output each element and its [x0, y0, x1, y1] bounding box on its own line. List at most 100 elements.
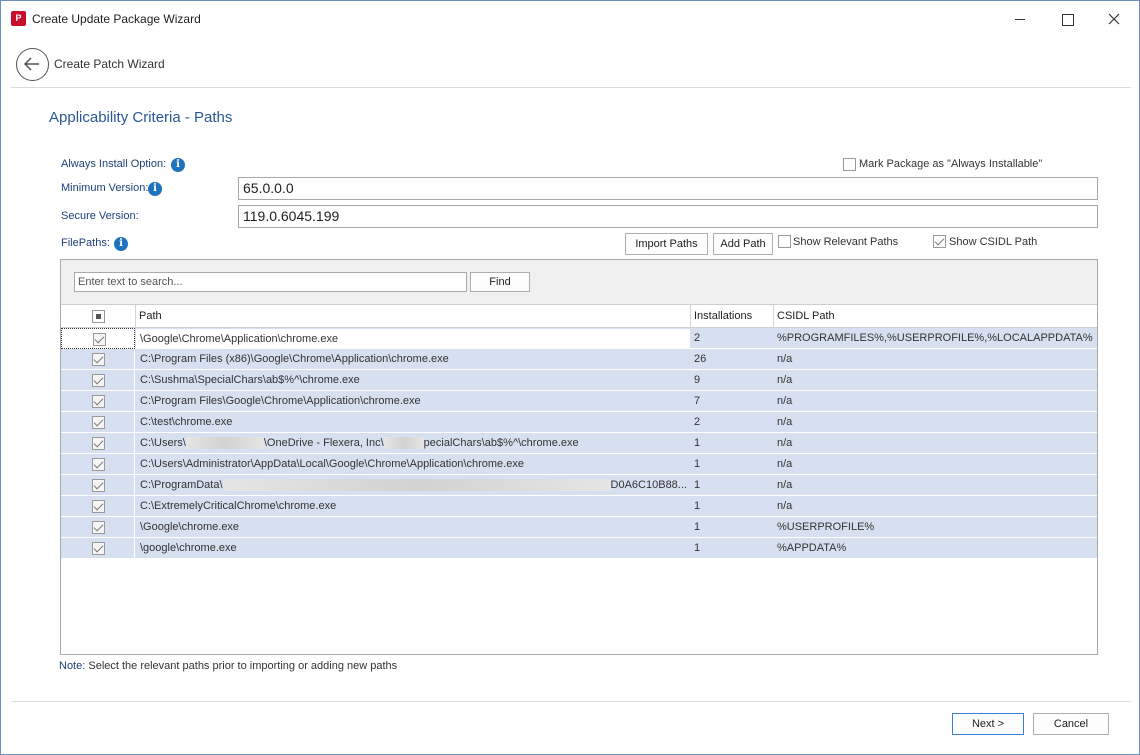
row-checkbox[interactable] [92, 479, 105, 492]
path-cell: C:\test\chrome.exe [140, 416, 233, 428]
redacted-segment [383, 437, 424, 450]
row-checkbox-cell [61, 496, 135, 517]
path-segment: D0A6C10B88... [610, 479, 687, 491]
installations-cell: 1 [694, 500, 701, 512]
installations-cell: 7 [694, 395, 701, 407]
csidl-cell: %USERPROFILE% [777, 521, 875, 533]
csidl-cell: %APPDATA% [777, 542, 847, 554]
grid-header: Path Installations CSIDL Path [61, 305, 1097, 328]
table-row[interactable]: \Google\Chrome\Application\chrome.exe 2 … [61, 328, 1097, 349]
filepaths-label: FilePaths: [61, 237, 110, 249]
row-checkbox-cell [61, 517, 135, 538]
table-row[interactable]: C:\ProgramData\ D0A6C10B88... 1 n/a [61, 475, 1097, 496]
path-cell: C:\Users\ \OneDrive - Flexera, Inc\ pecial… [136, 433, 690, 454]
filepaths-info-icon[interactable]: i [114, 237, 128, 251]
row-checkbox-cell [61, 391, 135, 412]
wizard-header: Create Patch Wizard [11, 41, 1131, 88]
column-header-path[interactable]: Path [135, 305, 690, 328]
minimum-version-input[interactable]: 65.0.0.0 [238, 177, 1098, 200]
maximize-button[interactable] [1044, 1, 1090, 37]
import-paths-button[interactable]: Import Paths [625, 233, 708, 255]
row-checkbox-cell [61, 370, 135, 391]
row-checkbox-cell [61, 454, 135, 475]
secure-version-input[interactable]: 119.0.6045.199 [238, 205, 1098, 228]
installations-cell: 1 [694, 521, 701, 533]
table-row[interactable]: C:\test\chrome.exe 2 n/a [61, 412, 1097, 433]
table-row[interactable]: C:\Users\Administrator\AppData\Local\Goo… [61, 454, 1097, 475]
installations-cell: 2 [694, 416, 701, 428]
row-checkbox[interactable] [92, 374, 105, 387]
note: Note: Select the relevant paths prior to… [59, 660, 397, 672]
csidl-cell: n/a [777, 437, 793, 449]
installations-cell: 26 [694, 353, 707, 365]
installations-cell: 1 [694, 542, 701, 554]
show-relevant-paths-label: Show Relevant Paths [793, 236, 899, 248]
page-title: Applicability Criteria - Paths [49, 109, 233, 126]
table-row[interactable]: \google\chrome.exe 1 %APPDATA% [61, 538, 1097, 559]
path-segment: C:\Users\ [140, 437, 186, 449]
row-checkbox[interactable] [92, 542, 105, 555]
close-button[interactable] [1091, 1, 1137, 37]
wizard-window: P Create Update Package Wizard Create Pa… [0, 0, 1140, 755]
search-panel: Enter text to search... Find [61, 260, 1097, 305]
minimize-button[interactable] [997, 1, 1043, 37]
column-header-csidl-path[interactable]: CSIDL Path [773, 305, 1097, 328]
row-checkbox[interactable] [92, 500, 105, 513]
minimum-version-info-icon[interactable]: i [148, 182, 162, 196]
header-title: Create Patch Wizard [54, 57, 165, 71]
close-icon [1108, 13, 1120, 25]
row-checkbox[interactable] [92, 521, 105, 534]
csidl-cell: n/a [777, 458, 793, 470]
row-checkbox[interactable] [92, 458, 105, 471]
always-install-info-icon[interactable]: i [171, 158, 185, 172]
arrow-left-icon [23, 57, 39, 71]
path-cell: \Google\Chrome\Application\chrome.exe [136, 328, 690, 349]
path-cell: \Google\chrome.exe [140, 521, 240, 533]
installations-cell: 2 [694, 332, 701, 344]
row-checkbox[interactable] [92, 437, 105, 450]
search-input[interactable]: Enter text to search... [74, 272, 467, 292]
column-header-installations[interactable]: Installations [690, 305, 773, 328]
csidl-cell: %PROGRAMFILES%,%USERPROFILE%,%LOCALAPPDA… [777, 332, 1093, 344]
row-checkbox[interactable] [92, 353, 105, 366]
row-checkbox[interactable] [92, 395, 105, 408]
table-row[interactable]: C:\Users\ \OneDrive - Flexera, Inc\ pecial… [61, 433, 1097, 454]
csidl-cell: n/a [777, 395, 793, 407]
row-checkbox[interactable] [93, 333, 106, 346]
path-segment: \OneDrive - Flexera, Inc\ [263, 437, 384, 449]
row-checkbox[interactable] [92, 416, 105, 429]
table-row[interactable]: C:\Program Files (x86)\Google\Chrome\App… [61, 349, 1097, 370]
path-cell: C:\Program Files\Google\Chrome\Applicati… [140, 395, 421, 407]
select-all-checkbox[interactable] [92, 310, 105, 323]
note-label: Note: [59, 660, 86, 672]
redacted-segment [185, 437, 264, 450]
show-csidl-path-label: Show CSIDL Path [949, 236, 1038, 248]
csidl-cell: n/a [777, 374, 793, 386]
path-segment: pecialChars\ab$%^\chrome.exe [423, 437, 579, 449]
installations-cell: 9 [694, 374, 701, 386]
app-icon: P [11, 11, 26, 26]
title-bar: P Create Update Package Wizard [1, 1, 1139, 37]
back-button[interactable] [16, 48, 49, 81]
window-title: Create Update Package Wizard [32, 12, 201, 26]
row-checkbox-cell [61, 433, 135, 454]
path-cell: C:\Program Files (x86)\Google\Chrome\App… [140, 353, 449, 365]
add-path-button[interactable]: Add Path [713, 233, 773, 255]
table-row[interactable]: C:\ExtremelyCriticalChrome\chrome.exe 1 … [61, 496, 1097, 517]
path-segment: C:\ProgramData\ [140, 479, 223, 491]
next-button[interactable]: Next > [952, 713, 1024, 735]
table-row[interactable]: C:\Program Files\Google\Chrome\Applicati… [61, 391, 1097, 412]
table-row[interactable]: \Google\chrome.exe 1 %USERPROFILE% [61, 517, 1097, 538]
mark-always-installable-label: Mark Package as "Always Installable" [859, 158, 1043, 170]
show-csidl-path-checkbox[interactable] [933, 235, 946, 248]
find-button[interactable]: Find [470, 272, 530, 292]
cancel-button[interactable]: Cancel [1033, 713, 1109, 735]
table-row[interactable]: C:\Sushma\SpecialChars\ab$%^\chrome.exe … [61, 370, 1097, 391]
show-relevant-paths-checkbox[interactable] [778, 235, 791, 248]
secure-version-label: Secure Version: [61, 210, 139, 222]
csidl-cell: n/a [777, 353, 793, 365]
redacted-segment [222, 479, 611, 492]
mark-always-installable-checkbox[interactable] [843, 158, 856, 171]
minimum-version-label: Minimum Version: [61, 182, 149, 194]
path-cell: C:\Users\Administrator\AppData\Local\Goo… [140, 458, 524, 470]
